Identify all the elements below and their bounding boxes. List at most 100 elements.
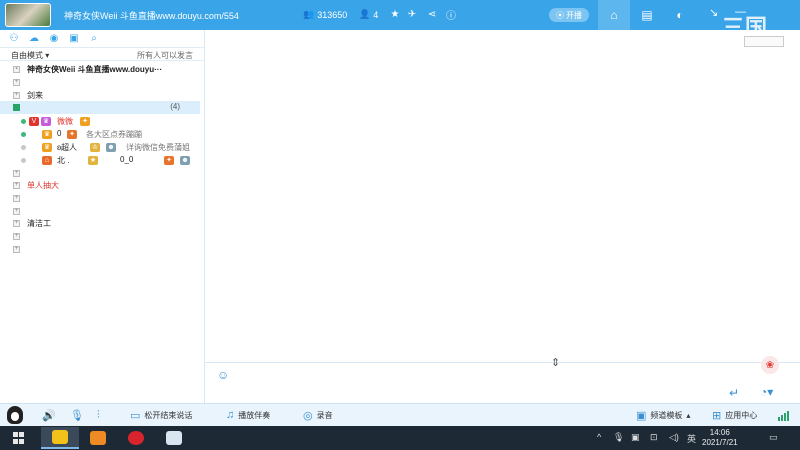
tab-messages[interactable]: ▤ (631, 0, 663, 30)
crown-icon: ♛ (41, 117, 51, 126)
board-icon[interactable]: ▣ (68, 32, 80, 44)
expand-icon[interactable]: + (13, 195, 20, 202)
user-count: (4) (170, 102, 180, 111)
channel-title: 神奇女侠Weii 斗鱼直播www.douyu.com/554 (64, 11, 239, 21)
user-item[interactable]: ♛ ʚ超人 ♔ ☻ 详询微信免费蒲姐 (0, 141, 200, 154)
microphone-icon: 🎙 (70, 410, 84, 422)
play-music-button[interactable]: ♫ 播放伴奏 (226, 409, 270, 421)
system-clock[interactable]: 14:06 2021/7/21 (702, 428, 738, 448)
expand-icon[interactable]: + (13, 170, 20, 177)
tab-games[interactable]: ◐ (664, 0, 696, 30)
online-count: 👤 4 (359, 9, 379, 20)
expand-icon[interactable]: + (13, 208, 20, 215)
app-center-button[interactable]: ⊞ 应用中心 (712, 409, 757, 422)
tray-network-icon[interactable]: ⊡ (650, 432, 658, 443)
user-item[interactable]: ⌂ 北 . ★ 0_0 ✦ ☻ (0, 154, 200, 167)
tree-item[interactable]: + (0, 192, 200, 205)
speaker-button[interactable]: 🔊 (42, 409, 56, 422)
expand-icon[interactable]: + (13, 92, 20, 99)
title-bar: 神奇女侠Weii 斗鱼直播www.douyu.com/554 👥 313650 👤… (0, 0, 800, 40)
collapse-icon[interactable]: ↘ (709, 6, 718, 19)
tool-app-icon (90, 431, 106, 445)
monitor-icon: ▭ (130, 410, 141, 422)
talk-mode-button[interactable]: ▭ 松开结束说话 (130, 409, 192, 422)
members-icon: 👥 (303, 9, 315, 19)
ime-indicator[interactable]: 英 (687, 432, 696, 445)
windows-start-icon[interactable] (13, 432, 25, 444)
medal-icon: ✦ (164, 156, 174, 165)
gamepad-icon: ◐ (676, 8, 684, 22)
resize-handle-icon[interactable]: ⇕ (551, 356, 560, 369)
person-icon: 👤 (359, 9, 371, 19)
home-icon: ⌂ (610, 8, 618, 22)
crown-icon: ♛ (42, 130, 52, 139)
record-button[interactable]: ◎ 录音 (303, 409, 333, 422)
crown-gold-icon: ♔ (90, 143, 100, 152)
expand-icon[interactable]: + (13, 233, 20, 240)
mask-icon: ☻ (180, 156, 190, 165)
tree-item[interactable]: + (0, 230, 200, 243)
notification-icon[interactable]: ▭ (769, 432, 778, 443)
penguin-avatar-icon[interactable] (7, 406, 23, 424)
expand-icon[interactable] (13, 104, 20, 111)
speak-mode-row[interactable]: 自由模式 ▾ 所有人可以发言 (0, 47, 205, 61)
music-note-icon: ♫ (226, 409, 235, 421)
windows-taskbar: ^ 🎙 ▣ ⊡ ◁) 英 14:06 2021/7/21 ▭ (0, 426, 800, 450)
location-icon[interactable]: ◉ (48, 32, 60, 44)
window-app-icon (166, 431, 182, 445)
expand-icon[interactable]: + (13, 182, 20, 189)
speak-mode[interactable]: 自由模式 ▾ (11, 50, 49, 61)
panel-icon-bar: ⚇ ☁ ◉ ▣ ⌕ (0, 30, 205, 46)
info-icon[interactable]: ⓘ (445, 8, 457, 22)
search-icon[interactable]: ⌕ (88, 32, 100, 44)
chevron-up-icon: ▴ (686, 411, 691, 420)
emoji-icon[interactable]: ☺ (217, 368, 229, 382)
mic-button[interactable]: 🎙 (70, 409, 84, 422)
member-count: 👥 313650 (303, 9, 348, 20)
grid-icon: ⊞ (712, 410, 722, 422)
send-icon[interactable]: ↵ (729, 386, 739, 400)
crown-icon: ♛ (42, 143, 52, 152)
taskbar-app-yy[interactable] (41, 427, 79, 449)
watermark-badge (744, 36, 784, 47)
gift-icon[interactable]: ❀ (761, 356, 779, 374)
expand-icon[interactable]: + (13, 246, 20, 253)
channel-avatar[interactable] (5, 3, 51, 27)
star-icon[interactable]: ★ (389, 8, 401, 20)
tree-item[interactable]: + (0, 76, 200, 89)
tree-item[interactable]: + 清洁工 (0, 217, 200, 230)
start-broadcast-button[interactable]: ⦿ 开播 (549, 8, 589, 22)
expand-icon[interactable]: + (13, 220, 20, 227)
expand-icon[interactable]: ▪ (13, 66, 20, 73)
tray-mic-icon[interactable]: 🎙 (613, 432, 624, 443)
channel-template-button[interactable]: ▣ 频道模板 ▴ (636, 409, 690, 422)
tray-app-icon[interactable]: ▣ (631, 432, 640, 443)
signal-strength-icon (778, 411, 789, 421)
share-icon[interactable]: ⋖ (426, 8, 438, 20)
chat-bubble-icon[interactable]: ☁ (28, 32, 40, 44)
mixer-button[interactable]: ⫶ (97, 409, 100, 422)
tree-item[interactable]: + (0, 243, 200, 256)
taskbar-app-window[interactable] (155, 427, 193, 449)
plane-icon[interactable]: ✈ (406, 8, 418, 20)
user-item[interactable]: ♛ 0 ✦ 各大区点券蹦蹦 (0, 128, 200, 141)
tab-home[interactable]: ⌂ (598, 0, 630, 30)
tray-volume-icon[interactable]: ◁) (669, 432, 679, 443)
tray-chevron-icon[interactable]: ^ (597, 432, 601, 442)
speaker-icon: 🔊 (42, 410, 56, 422)
tree-item-selected[interactable]: (4) (0, 101, 200, 114)
chat-options-icon[interactable]: ◔▾ (760, 385, 773, 399)
offline-dot (21, 158, 26, 163)
taskbar-app-tool[interactable] (79, 427, 117, 449)
tree-item[interactable]: + 单人抽大 (0, 179, 200, 192)
yy-app-icon (52, 430, 68, 444)
taskbar-app-music[interactable] (117, 427, 155, 449)
tree-item-root[interactable]: ▪ 神奇女侠Weii 斗鱼直播www.douyu··· (0, 63, 200, 76)
expand-icon[interactable]: + (13, 79, 20, 86)
user-item[interactable]: V ♛ 微微 ✦ (0, 115, 200, 128)
mask-icon: ☻ (106, 143, 116, 152)
star-badge-icon: ★ (88, 156, 98, 165)
offline-dot (21, 145, 26, 150)
user-icon[interactable]: ⚇ (8, 32, 20, 44)
vip-badge-icon: V (29, 117, 39, 126)
